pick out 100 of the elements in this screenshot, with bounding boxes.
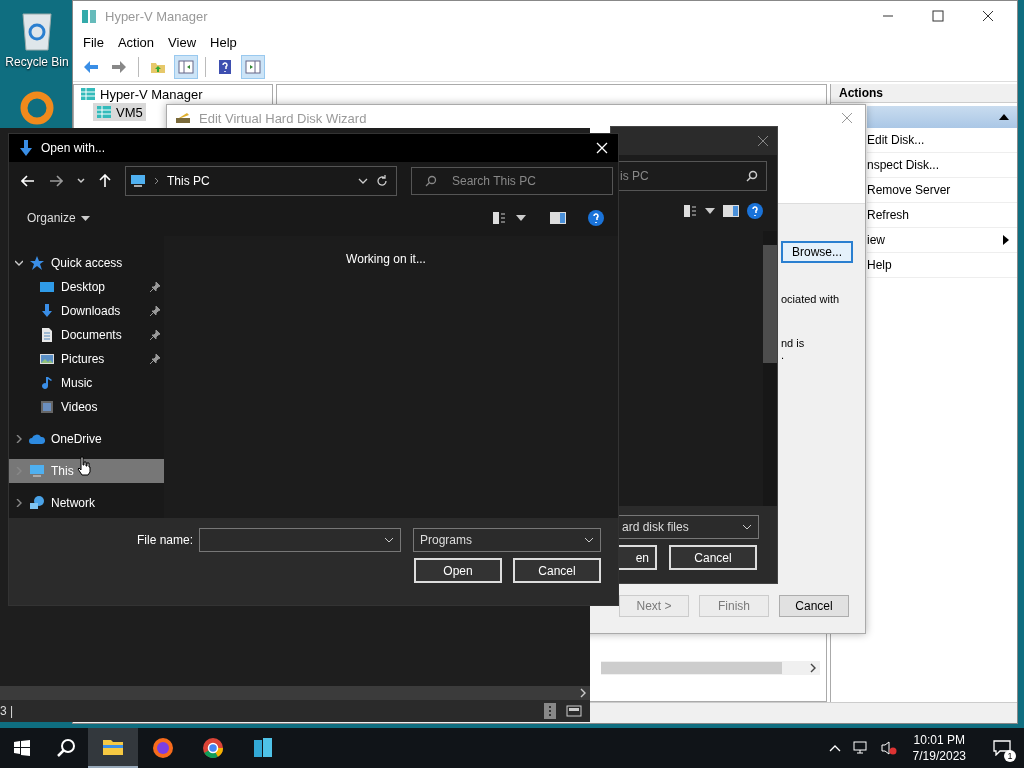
- pin-icon[interactable]: [150, 354, 160, 364]
- file-name-field[interactable]: [199, 528, 401, 552]
- caret-icon: [80, 215, 90, 221]
- search-icon[interactable]: [56, 738, 76, 758]
- tree-item[interactable]: Hyper-V Manager: [77, 85, 206, 103]
- description-text: .: [781, 349, 785, 361]
- view-icon[interactable]: [492, 211, 506, 225]
- dialog-button[interactable]: Open: [414, 558, 502, 583]
- chevron-icon[interactable]: [15, 499, 23, 507]
- menu-item[interactable]: File: [83, 34, 104, 50]
- tree-item[interactable]: VM5: [93, 103, 146, 121]
- command-link[interactable]: Refresh: [867, 203, 1017, 228]
- maximize-icon[interactable]: [932, 10, 944, 22]
- desktop-icon-label[interactable]: Recycle Bin: [5, 55, 69, 69]
- command-link[interactable]: Help: [867, 253, 1017, 278]
- up-arrow-icon[interactable]: [99, 174, 111, 188]
- nav-item[interactable]: Videos: [9, 395, 164, 419]
- menu-item[interactable]: View: [168, 34, 197, 50]
- pin-icon[interactable]: [150, 282, 160, 292]
- nav-item[interactable]: Pictures: [9, 347, 164, 371]
- chevron-icon[interactable]: [15, 435, 23, 443]
- disk-icon: [175, 112, 191, 124]
- help-icon[interactable]: [747, 203, 763, 219]
- folder-icon[interactable]: [88, 728, 138, 768]
- notification-count: 1: [1004, 750, 1016, 762]
- search-icon: [425, 175, 437, 187]
- nav-item[interactable]: Quick access: [9, 251, 164, 275]
- grip-icon[interactable]: [544, 703, 556, 719]
- wizard-button[interactable]: Cancel: [779, 595, 849, 617]
- search-icon[interactable]: [746, 170, 758, 182]
- collapse-icon[interactable]: [999, 113, 1009, 121]
- description-text: nd is: [781, 337, 805, 349]
- chevron-up-icon[interactable]: [828, 744, 841, 752]
- dialog-button[interactable]: Cancel: [513, 558, 601, 583]
- film-icon: [39, 399, 55, 415]
- search-field[interactable]: Search This PC: [411, 167, 613, 195]
- pin-icon[interactable]: [150, 306, 160, 316]
- network-icon[interactable]: [852, 741, 869, 755]
- menu-item[interactable]: Action: [117, 34, 155, 50]
- command-link[interactable]: Edit Disk...: [867, 128, 1017, 153]
- volume-muted-icon[interactable]: [880, 741, 897, 755]
- download-icon: [19, 140, 33, 156]
- vertical-scrollbar[interactable]: [763, 231, 777, 506]
- back-arrow-icon[interactable]: [21, 175, 35, 187]
- server-icon: [81, 8, 97, 24]
- window-icon[interactable]: [566, 705, 582, 717]
- nav-item[interactable]: Desktop: [9, 275, 164, 299]
- address-bar[interactable]: This PC: [125, 166, 397, 196]
- grid-icon: [80, 86, 96, 102]
- chevron-icon[interactable]: [15, 259, 23, 267]
- file-type-dropdown[interactable]: Programs: [413, 528, 601, 552]
- command-link[interactable]: Remove Server: [867, 178, 1017, 203]
- nav-item[interactable]: Documents: [9, 323, 164, 347]
- chevron-icon: [384, 537, 394, 543]
- menu-item[interactable]: Help: [210, 34, 237, 50]
- field-label: File name:: [136, 533, 193, 547]
- network-icon: [29, 495, 45, 511]
- status-message: Working on it...: [346, 252, 426, 268]
- start-icon[interactable]: [14, 740, 30, 756]
- pane-header: Actions: [831, 84, 1017, 103]
- window-title: Open with...: [41, 141, 106, 155]
- help-icon[interactable]: [588, 210, 604, 226]
- refresh-icon[interactable]: [376, 175, 388, 187]
- clock[interactable]: 10:01 PM 7/19/2023: [912, 732, 966, 764]
- chevron-right-icon: [154, 177, 159, 185]
- horizontal-scrollbar[interactable]: [601, 661, 820, 675]
- browse-button[interactable]: Browse...: [781, 241, 853, 263]
- pin-icon[interactable]: [150, 330, 160, 340]
- nav-item[interactable]: Downloads: [9, 299, 164, 323]
- nav-item[interactable]: Network: [9, 491, 164, 515]
- nav-item[interactable]: Music: [9, 371, 164, 395]
- music-icon: [39, 375, 55, 391]
- chevron-icon[interactable]: [358, 178, 368, 184]
- caret-icon[interactable]: [516, 215, 526, 221]
- computer-icon: [29, 463, 45, 479]
- scroll-right-icon[interactable]: [810, 663, 816, 673]
- desktop-icon: [39, 279, 55, 295]
- chevron-icon: [742, 524, 752, 530]
- close-icon[interactable]: [982, 10, 994, 22]
- command-link[interactable]: nspect Disk...: [867, 153, 1017, 178]
- horizontal-scrollbar[interactable]: [0, 686, 590, 700]
- grid-icon: [96, 104, 112, 120]
- forward-arrow-icon[interactable]: [49, 175, 63, 187]
- chevron-icon: [584, 537, 594, 543]
- nav-item[interactable]: OneDrive: [9, 427, 164, 451]
- submenu-arrow-icon: [1003, 235, 1009, 245]
- panel-icon[interactable]: [174, 55, 198, 79]
- recent-caret-icon[interactable]: [77, 178, 85, 184]
- nav-item[interactable]: This: [9, 459, 164, 483]
- dialog-button[interactable]: Cancel: [669, 545, 757, 570]
- computer-icon: [130, 173, 146, 189]
- caret-icon[interactable]: [705, 208, 715, 214]
- view-icon[interactable]: [683, 204, 697, 218]
- window-title: Edit Virtual Hard Disk Wizard: [199, 110, 367, 126]
- organize-button[interactable]: Organize: [21, 210, 96, 226]
- status-text: 3 |: [0, 704, 14, 718]
- hand-cursor-icon: [77, 456, 91, 476]
- command-link[interactable]: iew: [867, 228, 1017, 253]
- window-title: Hyper-V Manager: [105, 8, 208, 24]
- description-text: ociated with: [781, 293, 840, 305]
